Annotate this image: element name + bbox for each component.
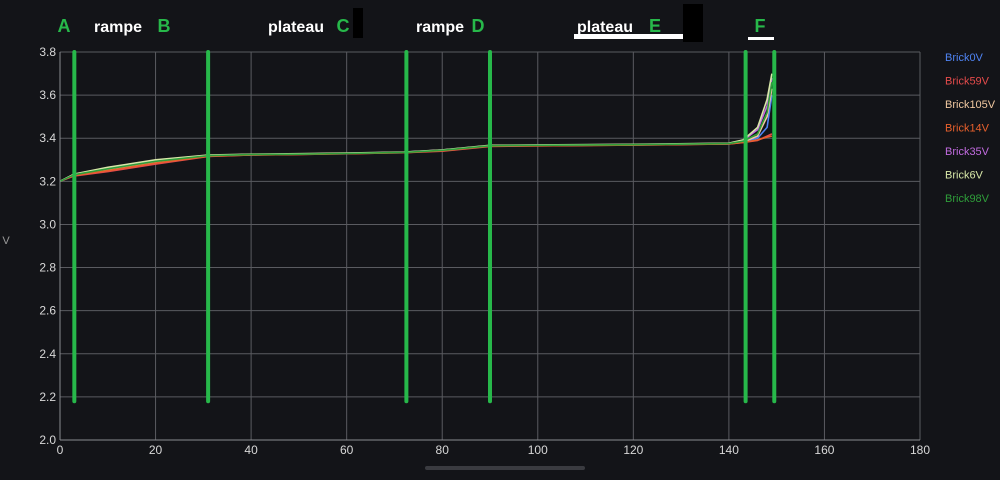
y-tick-label: 3.4 [39, 131, 56, 145]
annotation-backing [353, 8, 363, 38]
axes: 0 20 40 60 80 100 120 140 160 180 2.0 2.2 2.4 2.6 2.8 3… [2, 45, 930, 457]
annotation-label-plateau: plateau [268, 19, 324, 36]
y-tick-label: 2.0 [39, 433, 56, 447]
y-tick-label: 2.4 [39, 347, 56, 361]
chart: 0 20 40 60 80 100 120 140 160 180 2.0 2.2 2.4 2.6 2.8 3… [0, 0, 1000, 475]
legend-entry: Brick14V [945, 123, 990, 135]
y-tick-label: 3.6 [39, 88, 56, 102]
annotation-letter-e: E [649, 16, 661, 36]
series-layer [59, 73, 773, 183]
y-tick-label: 3.2 [39, 174, 56, 188]
chart-svg: 0 20 40 60 80 100 120 140 160 180 2.0 2.2 2.4 2.6 2.8 3… [2, 4, 996, 457]
annotation-backing [683, 4, 703, 42]
x-tick-label: 60 [340, 443, 354, 457]
x-tick-label: 180 [910, 443, 930, 457]
legend-entry: Brick35V [945, 146, 990, 158]
series-line-brick98v [59, 82, 773, 183]
series-line-brick59v [59, 133, 773, 183]
x-tick-label: 160 [814, 443, 834, 457]
horizontal-scrollbar[interactable] [425, 466, 585, 470]
y-tick-label: 3.8 [39, 45, 56, 59]
legend-entry: Brick0V [945, 52, 984, 64]
y-tick-label: 3.0 [39, 217, 56, 231]
annotation-label-rampe: rampe [94, 19, 142, 36]
marker-layer [72, 50, 777, 404]
x-tick-label: 40 [244, 443, 258, 457]
legend-entry: Brick59V [945, 76, 990, 88]
annotation-letter-d: D [472, 16, 485, 36]
annotation-label-plateau: plateau [577, 19, 633, 36]
legend-entry: Brick105V [945, 99, 996, 111]
series-line-brick6v [59, 73, 773, 183]
x-tick-label: 100 [528, 443, 548, 457]
series-line-brick35v [59, 77, 773, 183]
series-line-brick105v [59, 88, 773, 183]
x-tick-label: 120 [623, 443, 643, 457]
annotations: Arampe Bplateau Crampe Dplateau E F [58, 4, 774, 42]
x-tick-label: 80 [436, 443, 450, 457]
y-tick-label: 2.6 [39, 304, 56, 318]
y-tick-label: 2.2 [39, 390, 56, 404]
legend: Brick0V Brick59V Brick105V Brick14V Brick35V… [945, 52, 996, 205]
y-tick-label: 2.8 [39, 261, 56, 275]
x-tick-label: 140 [719, 443, 739, 457]
y-axis-label: V [2, 235, 10, 247]
annotation-letter-a: A [58, 16, 71, 36]
x-tick-label: 20 [149, 443, 163, 457]
x-tick-label: 0 [57, 443, 64, 457]
annotation-label-rampe: rampe [416, 19, 464, 36]
annotation-backing [748, 37, 774, 40]
legend-entry: Brick98V [945, 193, 990, 205]
legend-entry: Brick6V [945, 170, 984, 182]
annotation-letter-c: C [337, 16, 350, 36]
annotation-letter-b: B [158, 16, 171, 36]
annotation-letter-f: F [755, 16, 766, 36]
